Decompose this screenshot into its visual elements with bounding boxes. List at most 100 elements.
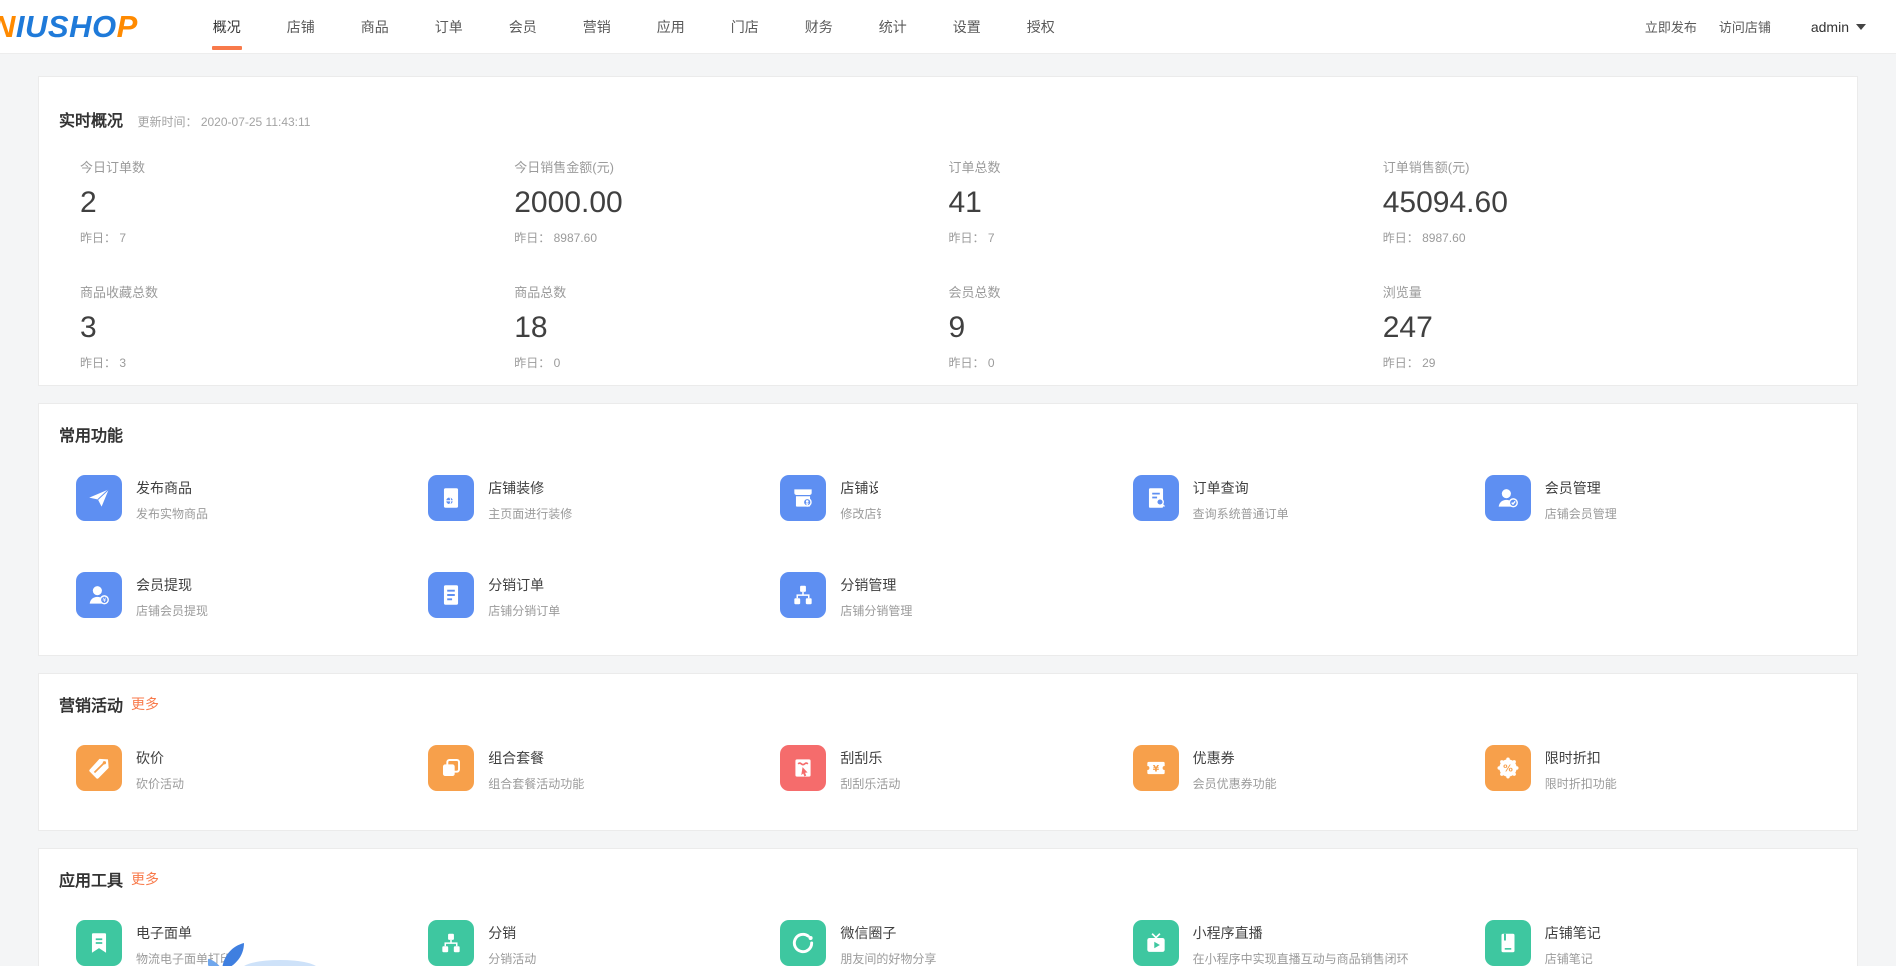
feature-card[interactable]: 组合套餐 组合套餐活动功能: [428, 745, 780, 792]
section-header: 营销活动 更多: [59, 692, 1837, 716]
card-desc: 店铺笔记: [1545, 950, 1601, 966]
nav-item-商品[interactable]: 商品: [338, 0, 412, 53]
stat-cell: 今日订单数 2 昨日： 7: [80, 157, 514, 246]
nav-item-财务[interactable]: 财务: [782, 0, 856, 53]
common-functions-panel: 常用功能 发布商品 发布实物商品 店铺装修 主页面进行装修 店铺设置 修改店铺信…: [38, 403, 1858, 656]
card-desc: 店铺分销管理: [840, 602, 912, 619]
stat-cell: 订单销售额(元) 45094.60 昨日： 8987.60: [1383, 157, 1817, 246]
feature-card[interactable]: ¥ 会员提现 店铺会员提现: [76, 572, 428, 619]
live-tv-icon: [1133, 920, 1179, 966]
tag-slash-icon: [76, 745, 122, 791]
card-title: 订单查询: [1193, 478, 1289, 498]
overview-header: 实时概况 更新时间： 2020-07-25 11:43:11: [59, 107, 1817, 131]
app-tools-panel: 应用工具 更多 电子面单 物流电子面单打印 分销 分销活动 微信圈子 朋友间的好…: [38, 848, 1858, 966]
stat-cell: 浏览量 247 昨日： 29: [1383, 282, 1817, 371]
card-title: 电子面单: [136, 923, 232, 943]
card-title: 微信圈子: [840, 923, 936, 943]
feature-card[interactable]: 店铺装修 主页面进行装修: [428, 475, 780, 522]
stat-label: 会员总数: [949, 282, 1383, 301]
stat-cell: 订单总数 41 昨日： 7: [949, 157, 1383, 246]
nav-item-统计[interactable]: 统计: [856, 0, 930, 53]
nav-item-订单[interactable]: 订单: [412, 0, 486, 53]
cards-grid: 砍价 砍价活动 组合套餐 组合套餐活动功能 刮刮乐 刮刮乐活动 ¥ 优惠券 会员…: [76, 745, 1837, 792]
nav-item-门店[interactable]: 门店: [708, 0, 782, 53]
nav-item-应用[interactable]: 应用: [634, 0, 708, 53]
feature-card[interactable]: 微信圈子 朋友间的好物分享: [780, 920, 1132, 966]
svg-text:%: %: [1503, 764, 1513, 775]
stats-grid: 今日订单数 2 昨日： 7 今日销售金额(元) 2000.00 昨日： 8987…: [80, 157, 1817, 371]
publish-now-link[interactable]: 立即发布: [1645, 17, 1697, 36]
feature-card[interactable]: 电子面单 物流电子面单打印: [76, 920, 428, 966]
nav-item-设置[interactable]: 设置: [930, 0, 1004, 53]
card-desc: 会员优惠券功能: [1193, 775, 1277, 792]
scratch-card-icon: [780, 745, 826, 791]
chevron-down-icon: [1856, 24, 1866, 30]
nav-item-概况[interactable]: 概况: [190, 0, 264, 53]
nav-item-营销[interactable]: 营销: [560, 0, 634, 53]
stat-value: 2000.00: [514, 186, 948, 220]
card-title: 分销订单: [488, 575, 560, 595]
stat-label: 订单销售额(元): [1383, 157, 1817, 176]
feature-card[interactable]: % 限时折扣 限时折扣功能: [1485, 745, 1837, 792]
paper-plane-icon: [76, 475, 122, 521]
stat-value: 2: [80, 186, 514, 220]
stat-value: 9: [949, 311, 1383, 345]
stat-value: 45094.60: [1383, 186, 1817, 220]
discount-burst-icon: %: [1485, 745, 1531, 791]
feature-card[interactable]: 分销 分销活动: [428, 920, 780, 966]
section-title: 应用工具: [59, 867, 123, 891]
stat-value: 41: [949, 186, 1383, 220]
card-desc: 在小程序中实现直播互动与商品销售闭环: [1193, 950, 1409, 966]
stat-label: 今日销售金额(元): [514, 157, 948, 176]
card-title: 店铺装修: [488, 478, 572, 498]
niushop-logo[interactable]: NIUSHOP: [0, 11, 138, 42]
card-desc: 店铺会员管理: [1545, 505, 1617, 522]
feature-card[interactable]: 小程序直播 在小程序中实现直播互动与商品销售闭环: [1133, 920, 1485, 966]
feature-card[interactable]: 分销管理 店铺分销管理: [780, 572, 1132, 619]
card-title: 店铺设置: [840, 478, 878, 498]
card-desc: 店铺会员提现: [136, 602, 208, 619]
feature-card[interactable]: 发布商品 发布实物商品: [76, 475, 428, 522]
user-menu[interactable]: admin: [1811, 19, 1866, 35]
active-tab-underline: [212, 46, 242, 50]
nav-item-店铺[interactable]: 店铺: [264, 0, 338, 53]
nav-item-授权[interactable]: 授权: [1004, 0, 1078, 53]
more-link[interactable]: 更多: [131, 869, 159, 889]
feature-card[interactable]: 店铺笔记 店铺笔记: [1485, 920, 1837, 966]
svg-text:¥: ¥: [1152, 763, 1159, 774]
feature-card[interactable]: 会员管理 店铺会员管理: [1485, 475, 1837, 522]
card-desc: 限时折扣功能: [1545, 775, 1617, 792]
stat-value: 3: [80, 311, 514, 345]
stat-yesterday: 昨日： 7: [949, 229, 1383, 246]
feature-card[interactable]: 分销订单 店铺分销订单: [428, 572, 780, 619]
feature-card[interactable]: 刮刮乐 刮刮乐活动: [780, 745, 1132, 792]
feature-card[interactable]: 砍价 砍价活动: [76, 745, 428, 792]
stat-cell: 今日销售金额(元) 2000.00 昨日： 8987.60: [514, 157, 948, 246]
card-desc: 修改店铺信息: [840, 505, 881, 522]
section-header: 常用功能: [59, 422, 1837, 446]
marketing-activities-panel: 营销活动 更多 砍价 砍价活动 组合套餐 组合套餐活动功能 刮刮乐 刮刮乐活动: [38, 673, 1858, 831]
card-title: 发布商品: [136, 478, 208, 498]
card-title: 优惠券: [1193, 748, 1277, 768]
stat-label: 今日订单数: [80, 157, 514, 176]
visit-shop-link[interactable]: 访问店铺: [1719, 17, 1771, 36]
stat-cell: 会员总数 9 昨日： 0: [949, 282, 1383, 371]
feature-card[interactable]: 订单查询 查询系统普通订单: [1133, 475, 1485, 522]
stat-yesterday: 昨日： 8987.60: [1383, 229, 1817, 246]
more-link[interactable]: 更多: [131, 694, 159, 714]
waybill-icon: [76, 920, 122, 966]
feature-card[interactable]: ¥ 优惠券 会员优惠券功能: [1133, 745, 1485, 792]
nav-item-会员[interactable]: 会员: [486, 0, 560, 53]
card-desc: 查询系统普通订单: [1193, 505, 1289, 522]
svg-text:¥: ¥: [102, 596, 106, 604]
org-chart-icon: [428, 920, 474, 966]
card-title: 会员提现: [136, 575, 208, 595]
stat-yesterday: 昨日： 0: [949, 354, 1383, 371]
card-title: 小程序直播: [1193, 923, 1409, 943]
stat-value: 247: [1383, 311, 1817, 345]
feature-card[interactable]: 店铺设置 修改店铺信息: [780, 475, 1132, 522]
card-desc: 砍价活动: [136, 775, 184, 792]
list-doc-icon: [428, 572, 474, 618]
main-nav: 概况 店铺 商品 订单 会员 营销 应用 门店 财务 统计 设置 授权: [190, 0, 1078, 53]
org-chart-icon: [780, 572, 826, 618]
